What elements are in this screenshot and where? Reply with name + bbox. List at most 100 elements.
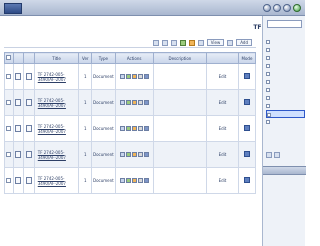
row-edit[interactable] [237, 89, 257, 116]
row-edit[interactable] [237, 115, 257, 142]
edit-icon[interactable] [125, 125, 131, 131]
expand-icon[interactable] [266, 120, 270, 124]
row-checkbox[interactable] [4, 89, 14, 116]
expand-icon[interactable] [266, 40, 270, 44]
row-edit[interactable] [237, 167, 257, 194]
tree-item[interactable] [266, 38, 305, 46]
column-header-version[interactable]: Ver [78, 52, 93, 64]
view-icon[interactable] [119, 99, 125, 105]
history-icon[interactable] [131, 73, 137, 79]
pencil-icon[interactable] [243, 177, 250, 183]
row-edit[interactable] [237, 63, 257, 90]
row-mode[interactable]: Edit [206, 167, 239, 194]
select-all-checkbox[interactable] [4, 52, 14, 64]
row-title-link[interactable]: TF 2742-005- 3490/AF-2007 [33, 115, 80, 142]
copy-icon[interactable] [137, 177, 143, 183]
history-icon[interactable] [131, 125, 137, 131]
expand-icon[interactable] [266, 80, 270, 84]
view-icon[interactable] [119, 177, 125, 183]
history-icon[interactable] [131, 151, 137, 157]
copy-icon[interactable] [161, 39, 168, 46]
tree-item[interactable] [266, 46, 305, 54]
up-icon[interactable] [283, 4, 291, 12]
table-row[interactable]: TF 2742-005- 3490/AF-2007 1 Document Edit [4, 141, 257, 168]
expand-icon[interactable] [266, 96, 270, 100]
row-title-link[interactable]: TF 2742-005- 3490/AF-2007 [33, 63, 80, 90]
edit-icon[interactable] [125, 73, 131, 79]
column-header-mode[interactable]: Mode [237, 52, 257, 64]
row-checkbox[interactable] [4, 141, 14, 168]
pencil-icon[interactable] [243, 73, 250, 79]
add-select[interactable]: Add [236, 39, 252, 46]
tree-item[interactable] [266, 78, 305, 86]
expand-icon[interactable] [266, 72, 270, 76]
expand-icon[interactable] [266, 48, 270, 52]
tree-item[interactable] [266, 102, 305, 110]
view-icon[interactable] [119, 151, 125, 157]
view-icon[interactable] [119, 73, 125, 79]
row-mode[interactable]: Edit [206, 141, 239, 168]
upload-icon[interactable] [188, 39, 195, 46]
copy-icon[interactable] [137, 125, 143, 131]
column-header-title[interactable]: Title [33, 52, 80, 64]
sidebar-panel-header[interactable] [263, 166, 306, 175]
history-icon[interactable] [131, 99, 137, 105]
back-icon[interactable] [263, 4, 271, 12]
properties-icon[interactable] [143, 177, 149, 183]
expand-icon[interactable] [266, 64, 270, 68]
expand-all-icon[interactable] [274, 152, 280, 158]
edit-icon[interactable] [125, 151, 131, 157]
column-header-description[interactable]: Description [152, 52, 208, 64]
refresh-icon[interactable] [179, 39, 186, 46]
table-row[interactable]: TF 2742-005- 3490/AF-2007 1 Document Edit [4, 115, 257, 142]
pencil-icon[interactable] [243, 99, 250, 105]
tree-item[interactable] [266, 94, 305, 102]
tree-item[interactable] [266, 62, 305, 70]
row-title-link[interactable]: TF 2742-005- 3490/AF-2007 [33, 89, 80, 116]
paste-icon[interactable] [170, 39, 177, 46]
row-mode[interactable]: Edit [206, 115, 239, 142]
view-icon[interactable] [119, 125, 125, 131]
expand-icon[interactable] [266, 56, 270, 60]
column-header[interactable] [12, 52, 25, 64]
row-mode[interactable]: Edit [206, 89, 239, 116]
row-title-link[interactable]: TF 2742-005- 3490/AF-2007 [33, 167, 80, 194]
column-header[interactable] [206, 52, 239, 64]
tree-item[interactable] [266, 70, 305, 78]
expand-icon[interactable] [267, 113, 271, 117]
copy-icon[interactable] [137, 151, 143, 157]
pencil-icon[interactable] [243, 151, 250, 157]
expand-icon[interactable] [266, 104, 270, 108]
new-folder-icon[interactable] [152, 39, 159, 46]
column-header[interactable] [23, 52, 35, 64]
tree-item[interactable] [266, 86, 305, 94]
tree-item-selected[interactable] [266, 110, 305, 118]
table-row[interactable]: TF 2742-005- 3490/AF-2007 1 Document Edit [4, 167, 257, 194]
tree-item[interactable] [266, 54, 305, 62]
expand-icon[interactable] [266, 88, 270, 92]
row-checkbox[interactable] [4, 167, 14, 194]
row-edit[interactable] [237, 141, 257, 168]
column-header-type[interactable]: Type [91, 52, 116, 64]
view-select[interactable]: View [206, 39, 225, 46]
copy-icon[interactable] [137, 73, 143, 79]
sidebar-search-input[interactable] [267, 20, 302, 28]
history-icon[interactable] [131, 177, 137, 183]
properties-icon[interactable] [143, 99, 149, 105]
properties-icon[interactable] [143, 125, 149, 131]
row-checkbox[interactable] [4, 115, 14, 142]
table-row[interactable]: TF 2742-005- 3490/AF-2007 1 Document Edit [4, 63, 257, 90]
copy-icon[interactable] [137, 99, 143, 105]
edit-icon[interactable] [125, 177, 131, 183]
refresh-icon[interactable] [293, 4, 301, 12]
row-title-link[interactable]: TF 2742-005- 3490/AF-2007 [33, 141, 80, 168]
edit-icon[interactable] [125, 99, 131, 105]
forward-icon[interactable] [273, 4, 281, 12]
collapse-icon[interactable] [266, 152, 272, 158]
delete-icon[interactable] [197, 39, 204, 46]
properties-icon[interactable] [143, 151, 149, 157]
pencil-icon[interactable] [243, 125, 250, 131]
table-row[interactable]: TF 2742-005- 3490/AF-2007 1 Document Edit [4, 89, 257, 116]
row-checkbox[interactable] [4, 63, 14, 90]
filter-icon[interactable] [227, 39, 234, 46]
